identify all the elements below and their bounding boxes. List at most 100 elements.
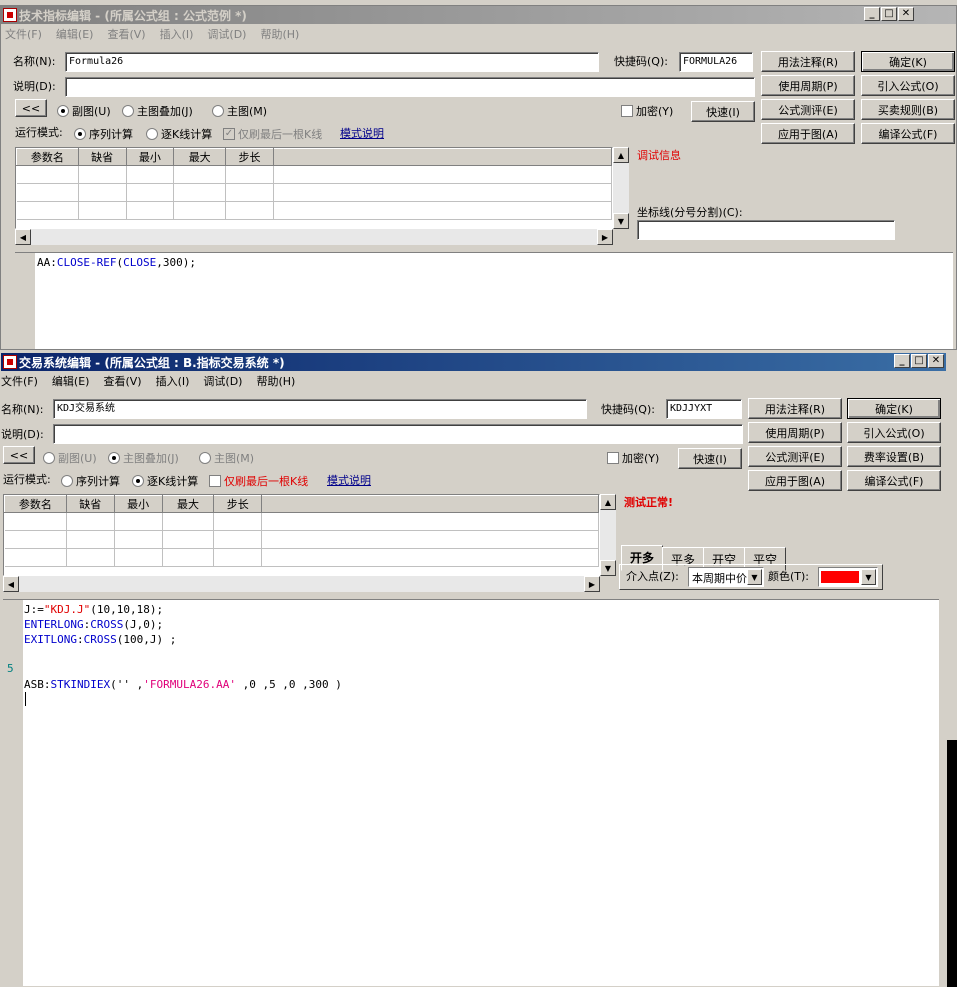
code-editor[interactable]: AA:CLOSE-REF(CLOSE,300); (15, 252, 953, 349)
menu-help[interactable]: 帮助(H) (256, 373, 295, 389)
menu-file[interactable]: 文件(F) (1, 373, 38, 389)
indicator-editor-titlebar[interactable]: 技术指标编辑 - (所属公式组 : 公式范例 *) (1, 6, 956, 24)
chevron-down-icon[interactable]: ▼ (747, 569, 762, 585)
shortcut-input[interactable]: KDJJYXT (666, 399, 742, 419)
grid-header[interactable]: 步长 (213, 495, 263, 513)
chevron-down-icon[interactable]: ▼ (861, 569, 876, 585)
menu-insert[interactable]: 插入(I) (160, 26, 194, 42)
menu-insert[interactable]: 插入(I) (156, 373, 190, 389)
grid-vscroll[interactable]: ▲ ▼ (613, 147, 629, 229)
scroll-down-icon[interactable]: ▼ (613, 213, 629, 229)
maximize-icon[interactable]: □ (881, 7, 897, 21)
menu-view[interactable]: 查看(V) (107, 26, 145, 42)
collapse-button[interactable]: << (15, 99, 47, 117)
minimize-icon[interactable]: _ (864, 7, 880, 21)
ok-button[interactable]: 确定(K) (847, 398, 941, 419)
radio-main-chart[interactable]: 主图(M) (212, 103, 267, 119)
menu-edit[interactable]: 编辑(E) (56, 26, 94, 42)
description-input[interactable] (53, 424, 743, 444)
table-row[interactable] (4, 548, 599, 567)
menu-debug[interactable]: 调试(D) (203, 373, 242, 389)
period-button[interactable]: 使用周期(P) (761, 75, 855, 96)
name-input[interactable]: Formula26 (65, 52, 599, 72)
ok-button[interactable]: 确定(K) (861, 51, 955, 72)
maximize-icon[interactable]: □ (911, 354, 927, 368)
close-icon[interactable]: ✕ (928, 354, 944, 368)
formula-test-button[interactable]: 公式测评(E) (748, 446, 842, 467)
parameter-grid[interactable]: 参数名 缺省 最小 最大 步长 (15, 147, 613, 229)
scroll-up-icon[interactable]: ▲ (600, 494, 616, 510)
menu-help[interactable]: 帮助(H) (260, 26, 299, 42)
scroll-right-icon[interactable]: ▶ (597, 229, 613, 245)
scroll-left-icon[interactable]: ◀ (15, 229, 31, 245)
collapse-button[interactable]: << (3, 446, 35, 464)
import-formula-button[interactable]: 引入公式(O) (861, 75, 955, 96)
radio-main-overlay[interactable]: 主图叠加(J) (108, 450, 179, 466)
usage-note-button[interactable]: 用法注释(R) (748, 398, 842, 419)
period-button[interactable]: 使用周期(P) (748, 422, 842, 443)
table-row[interactable] (4, 512, 599, 531)
menu-edit[interactable]: 编辑(E) (52, 373, 90, 389)
description-input[interactable] (65, 77, 755, 97)
compile-formula-button[interactable]: 编译公式(F) (861, 123, 955, 144)
radio-bar-calc[interactable]: 逐K线计算 (132, 473, 198, 489)
radio-bar-calc[interactable]: 逐K线计算 (146, 126, 212, 142)
scroll-left-icon[interactable]: ◀ (3, 576, 19, 592)
grid-header[interactable]: 最小 (125, 148, 175, 166)
apply-to-chart-button[interactable]: 应用于图(A) (748, 470, 842, 491)
table-row[interactable] (16, 201, 612, 220)
grid-hscroll[interactable]: ◀ ▶ (3, 576, 600, 592)
scroll-down-icon[interactable]: ▼ (600, 560, 616, 576)
refresh-last-checkbox[interactable]: ✓ 仅刷最后一根K线 (223, 126, 322, 142)
grid-header[interactable]: 参数名 (16, 148, 79, 166)
encrypt-checkbox[interactable]: 加密(Y) (607, 450, 659, 466)
trade-rule-button[interactable]: 买卖规则(B) (861, 99, 955, 120)
shortcut-label: 快捷码(Q): (614, 55, 668, 68)
formula-test-button[interactable]: 公式测评(E) (761, 99, 855, 120)
table-row[interactable] (4, 530, 599, 549)
grid-header[interactable]: 步长 (225, 148, 274, 166)
grid-header[interactable]: 缺省 (77, 148, 127, 166)
grid-header[interactable]: 缺省 (65, 495, 115, 513)
radio-main-overlay[interactable]: 主图叠加(J) (122, 103, 193, 119)
compile-formula-button[interactable]: 编译公式(F) (847, 470, 941, 491)
apply-to-chart-button[interactable]: 应用于图(A) (761, 123, 855, 144)
radio-sub-chart[interactable]: 副图(U) (57, 103, 111, 119)
parameter-grid[interactable]: 参数名 缺省 最小 最大 步长 (3, 494, 600, 576)
shortcut-input[interactable]: FORMULA26 (679, 52, 753, 72)
grid-header[interactable]: 最小 (113, 495, 163, 513)
quick-button[interactable]: 快速(I) (678, 448, 742, 469)
coord-line-input[interactable] (637, 220, 895, 240)
grid-hscroll[interactable]: ◀ ▶ (15, 229, 613, 245)
name-input[interactable]: KDJ交易系统 (53, 399, 587, 419)
scroll-right-icon[interactable]: ▶ (584, 576, 600, 592)
minimize-icon[interactable]: _ (894, 354, 910, 368)
encrypt-checkbox[interactable]: 加密(Y) (621, 103, 673, 119)
color-select[interactable]: ▼ (818, 567, 878, 587)
menu-view[interactable]: 查看(V) (103, 373, 141, 389)
quick-button[interactable]: 快速(I) (691, 101, 755, 122)
radio-sub-chart[interactable]: 副图(U) (43, 450, 97, 466)
menu-debug[interactable]: 调试(D) (207, 26, 246, 42)
radio-main-chart[interactable]: 主图(M) (199, 450, 254, 466)
table-row[interactable] (16, 183, 612, 202)
usage-note-button[interactable]: 用法注释(R) (761, 51, 855, 72)
scroll-up-icon[interactable]: ▲ (613, 147, 629, 163)
code-editor[interactable]: 5 J:="KDJ.J"(10,10,18); ENTERLONG:CROSS(… (3, 599, 939, 986)
entry-point-select[interactable]: 本周期中价 ▼ (688, 567, 764, 587)
trading-system-titlebar[interactable]: 交易系统编辑 - (所属公式组 : B.指标交易系统 *) (1, 353, 946, 371)
refresh-last-checkbox[interactable]: 仅刷最后一根K线 (209, 473, 308, 489)
radio-sequence-calc[interactable]: 序列计算 (74, 126, 133, 142)
table-row[interactable] (16, 165, 612, 184)
import-formula-button[interactable]: 引入公式(O) (847, 422, 941, 443)
grid-header[interactable]: 最大 (173, 148, 227, 166)
grid-header[interactable]: 最大 (161, 495, 215, 513)
menu-file[interactable]: 文件(F) (5, 26, 42, 42)
close-icon[interactable]: ✕ (898, 7, 914, 21)
grid-header[interactable]: 参数名 (4, 495, 67, 513)
grid-vscroll[interactable]: ▲ ▼ (600, 494, 616, 576)
fee-settings-button[interactable]: 费率设置(B) (847, 446, 941, 467)
mode-description-link[interactable]: 模式说明 (327, 472, 371, 488)
radio-sequence-calc[interactable]: 序列计算 (61, 473, 120, 489)
mode-description-link[interactable]: 模式说明 (340, 125, 384, 141)
